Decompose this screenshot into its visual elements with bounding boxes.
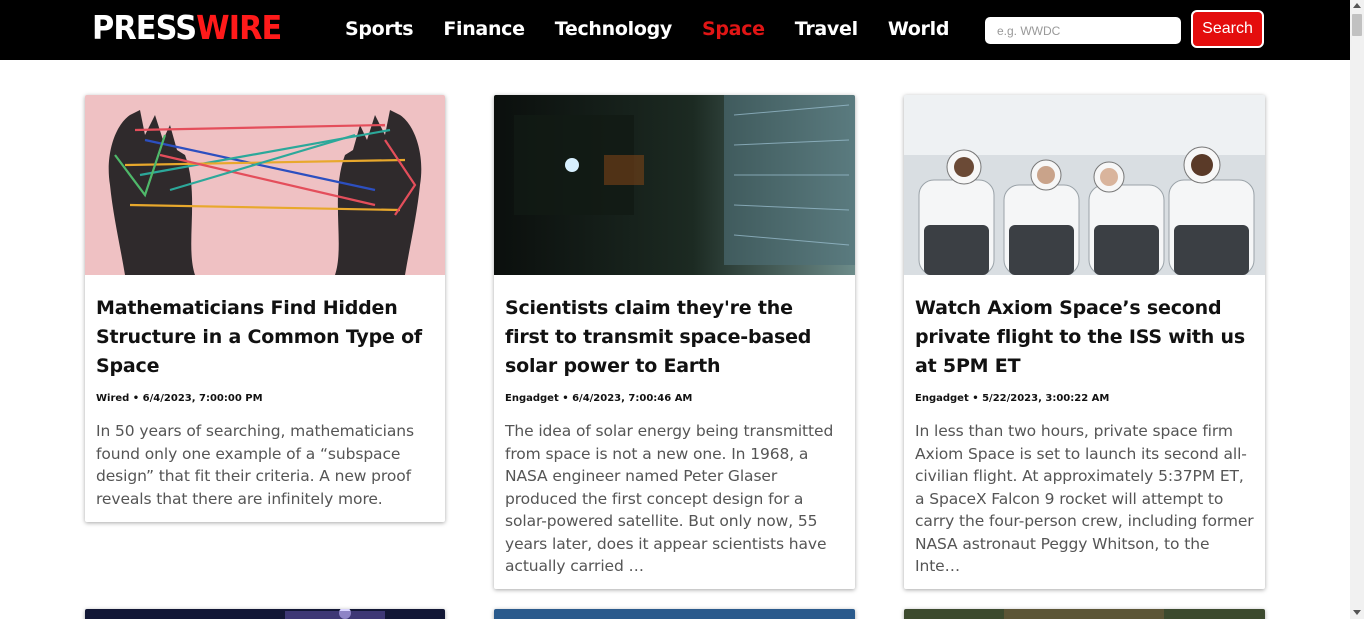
logo-part-wire: WIRE xyxy=(196,8,282,47)
article-title[interactable]: Mathematicians Find Hidden Structure in … xyxy=(96,294,431,381)
nav-item-finance[interactable]: Finance xyxy=(443,17,525,41)
article-title[interactable]: Scientists claim they're the first to tr… xyxy=(505,294,840,381)
scroll-down-arrow-icon[interactable] xyxy=(1353,610,1361,615)
main-nav: Sports Finance Technology Space Travel W… xyxy=(345,17,979,41)
nav-item-technology[interactable]: Technology xyxy=(555,17,673,41)
article-image[interactable] xyxy=(494,609,855,619)
nav-item-travel[interactable]: Travel xyxy=(795,17,858,41)
hands-string-illustration xyxy=(85,95,445,275)
article-card[interactable]: Scientists claim they're the first to tr… xyxy=(494,95,855,589)
article-meta: Engadget • 5/22/2023, 3:00:22 AM xyxy=(915,393,1110,404)
article-title[interactable]: Watch Axiom Space’s second private fligh… xyxy=(915,294,1250,381)
astronauts-photo xyxy=(904,95,1265,275)
nav-item-sports[interactable]: Sports xyxy=(345,17,414,41)
article-meta: Wired • 6/4/2023, 7:00:00 PM xyxy=(96,393,263,404)
article-image[interactable] xyxy=(904,609,1265,619)
scroll-thumb[interactable] xyxy=(1352,14,1362,36)
article-card[interactable] xyxy=(85,609,445,619)
site-logo[interactable]: PRESSWIRE xyxy=(92,8,282,48)
article-card[interactable]: Watch Axiom Space’s second private fligh… xyxy=(904,95,1265,589)
search-input[interactable] xyxy=(985,17,1181,44)
page-scrollbar[interactable] xyxy=(1350,0,1364,619)
article-description: In less than two hours, private space fi… xyxy=(915,422,1254,575)
search-button[interactable]: Search xyxy=(1191,10,1264,48)
article-image[interactable] xyxy=(494,95,855,275)
nav-item-space[interactable]: Space xyxy=(702,17,765,41)
article-description: In 50 years of searching, mathematicians… xyxy=(96,422,414,508)
article-image[interactable] xyxy=(904,95,1265,275)
article-image[interactable] xyxy=(85,95,445,275)
article-description: The idea of solar energy being transmitt… xyxy=(505,422,834,575)
satellite-interior-photo xyxy=(494,95,855,275)
article-card[interactable]: Mathematicians Find Hidden Structure in … xyxy=(85,95,445,522)
nav-item-world[interactable]: World xyxy=(888,17,950,41)
article-image[interactable] xyxy=(85,609,445,619)
article-card[interactable] xyxy=(904,609,1265,619)
article-meta: Engadget • 6/4/2023, 7:00:46 AM xyxy=(505,393,693,404)
logo-part-press: PRESS xyxy=(92,8,197,47)
article-card[interactable] xyxy=(494,609,855,619)
scroll-up-arrow-icon[interactable] xyxy=(1353,3,1361,8)
header-bar: PRESSWIRE Sports Finance Technology Spac… xyxy=(0,0,1350,60)
